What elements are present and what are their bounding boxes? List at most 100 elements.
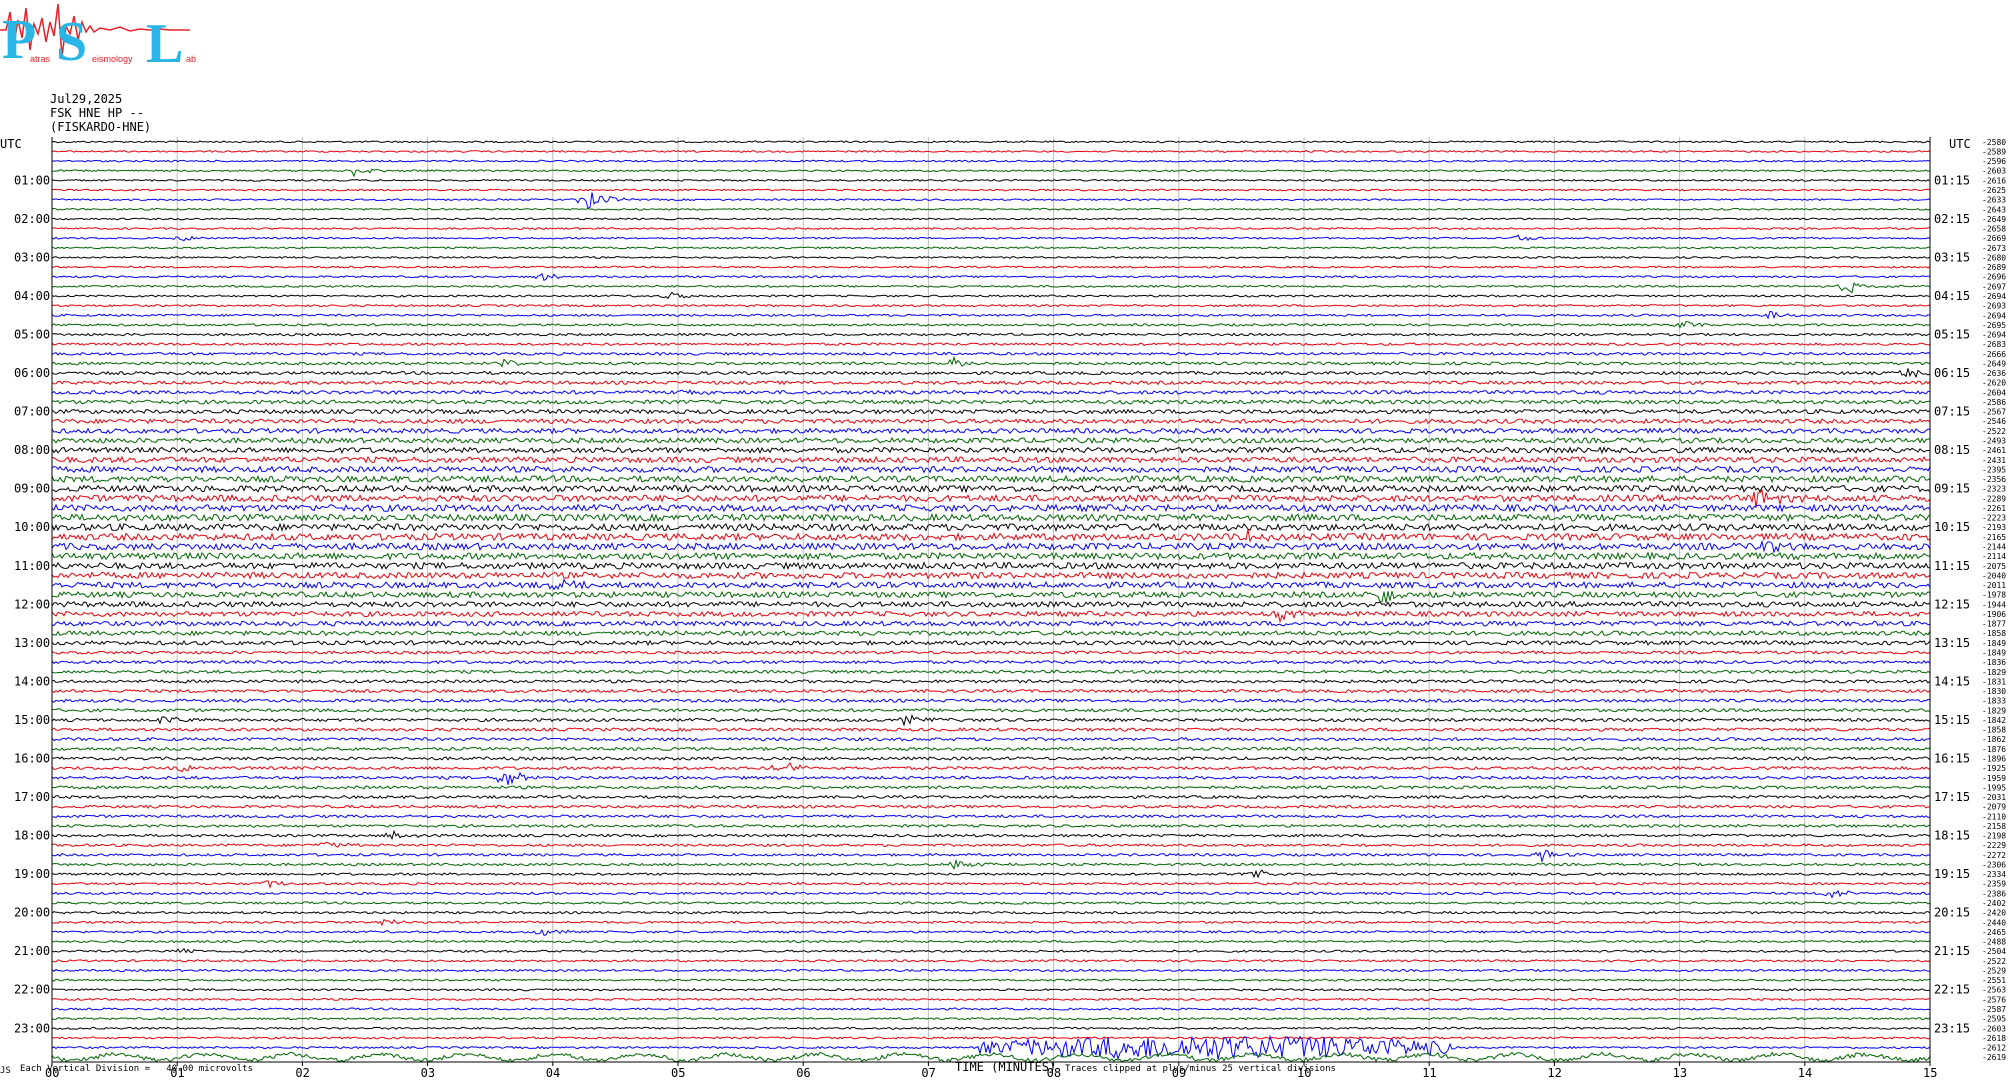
seismic-trace [51,804,1931,809]
seismic-trace [51,1036,1931,1040]
seismic-trace [51,539,1931,554]
left-time-label: 22:00 [14,983,50,997]
seismic-trace [52,928,1931,936]
offset-label: -2529 [1982,966,2006,975]
right-time-label: 09:15 [1934,482,1970,496]
left-time-label: 18:00 [14,829,50,843]
seismic-trace [51,910,1931,915]
x-tick-label: 05 [671,1066,685,1080]
seismic-trace [51,629,1931,637]
seismic-trace [51,650,1931,655]
offset-label: -2165 [1982,533,2006,542]
offset-label: -1862 [1982,735,2006,744]
x-tick-label: 13 [1673,1066,1687,1080]
offset-label: -1896 [1982,754,2006,763]
x-tick-label: 14 [1798,1066,1812,1080]
seismic-trace [51,427,1931,435]
seismic-trace [51,282,1931,294]
offset-label: -2694 [1982,292,2006,301]
seismic-trace [51,639,1931,646]
offset-label: -2040 [1982,571,2006,580]
seismic-trace [51,600,1931,609]
seismic-trace [51,246,1930,250]
offset-label: -2696 [1982,273,2006,282]
right-time-label: 15:15 [1934,713,1970,727]
offset-label: -1833 [1982,697,2006,706]
x-tick-label: 06 [796,1066,810,1080]
x-tick-label: 04 [546,1066,560,1080]
offset-label: -1836 [1982,658,2006,667]
seismic-trace [51,959,1931,963]
seismic-trace [51,207,1931,211]
right-time-label: 18:15 [1934,829,1970,843]
x-tick-label: 11 [1422,1066,1436,1080]
offset-label: -2636 [1982,369,2006,378]
seismic-trace [51,968,1930,973]
offset-label: -2697 [1982,282,2006,291]
offset-label: -2567 [1982,408,2006,417]
seismic-trace [51,417,1931,425]
offset-label: -2618 [1982,1034,2006,1043]
offset-label: -1830 [1982,687,2006,696]
right-time-label: 05:15 [1934,328,1970,342]
seismic-trace [51,918,1931,927]
right-time-label: 19:15 [1934,867,1970,881]
seismic-trace [51,939,1931,944]
seismic-trace [51,368,1931,379]
seismic-trace [51,455,1931,464]
offset-label: -2680 [1982,253,2006,262]
seismic-trace [51,761,1931,773]
seismic-trace [51,149,1931,153]
right-time-label: 02:15 [1934,212,1970,226]
left-time-label: 15:00 [14,713,50,727]
offset-label: -1925 [1982,764,2006,773]
x-tick-label: 15 [1923,1066,1937,1080]
offset-label: -2580 [1982,138,2006,147]
offset-label: -2616 [1982,176,2006,185]
right-time-label: 04:15 [1934,289,1970,303]
seismic-trace [51,255,1931,259]
offset-label: -2546 [1982,417,2006,426]
seismic-trace [51,1007,1931,1011]
offset-label: -2666 [1982,350,2006,359]
left-time-label: 06:00 [14,366,50,380]
offset-label: -1978 [1982,591,2006,600]
seismic-trace [51,590,1931,604]
left-time-label: 19:00 [14,867,50,881]
seismic-trace [51,178,1931,182]
offset-label: -1829 [1982,706,2006,715]
offset-label: -2576 [1982,995,2006,1004]
offset-label: -2110 [1982,812,2006,821]
right-time-label: 20:15 [1934,906,1970,920]
offset-label: -2683 [1982,340,2006,349]
seismic-trace [51,679,1931,684]
offset-label: -2603 [1982,167,2006,176]
offset-label: -1849 [1982,648,2006,657]
right-time-labels: 01:15 02:15 03:15 04:15 05:15 06:15 07:15 08:15… [1934,173,1970,1035]
seismic-trace [51,380,1931,386]
seismic-trace [51,869,1931,879]
seismic-trace [51,814,1931,819]
seismic-trace [51,217,1931,221]
left-time-label: 05:00 [14,328,50,342]
seismic-trace [51,342,1930,347]
seismic-trace [51,997,1931,1002]
offset-label: -2114 [1982,552,2006,561]
seismic-trace [51,388,1931,396]
seismic-trace [51,355,1931,368]
offset-label: -2587 [1982,1005,2006,1014]
left-time-label: 13:00 [14,636,50,650]
seismic-trace [51,570,1931,581]
offset-label: -2011 [1982,581,2006,590]
right-time-label: 07:15 [1934,405,1970,419]
offset-label: -1849 [1982,639,2006,648]
x-tick-label: 02 [295,1066,309,1080]
seismic-trace [51,794,1931,800]
seismic-trace [51,785,1931,790]
seismic-trace [51,849,1931,864]
left-time-label: 08:00 [14,443,50,457]
right-time-label: 08:15 [1934,443,1970,457]
right-time-label: 17:15 [1934,790,1970,804]
offset-label: -1995 [1982,783,2006,792]
right-time-label: 23:15 [1934,1021,1970,1035]
